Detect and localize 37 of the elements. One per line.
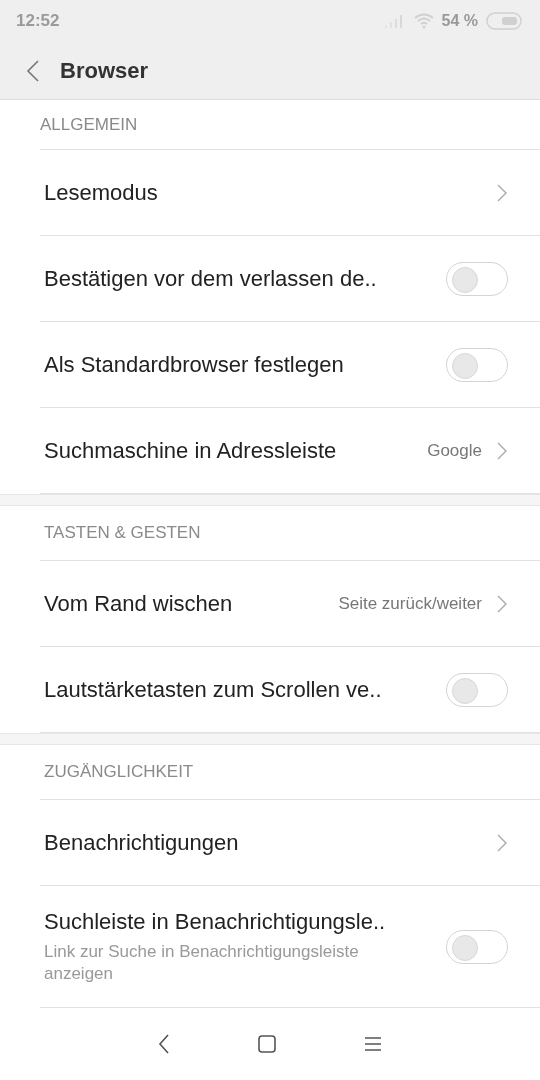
toggle-switch[interactable] xyxy=(446,672,508,707)
row-description: Link zur Suche in Benachrichtigungsleiste anzeigen xyxy=(44,940,360,985)
back-icon[interactable] xyxy=(157,1033,171,1056)
settings-row[interactable]: Bestätigen vor dem verlassen de.. xyxy=(40,236,540,323)
chevron-icon xyxy=(496,593,508,614)
battery-icon xyxy=(486,12,522,31)
section-header: ZUGÄNGLICHKEIT xyxy=(44,762,194,783)
status-time: 12:52 xyxy=(16,11,60,32)
chevron-icon xyxy=(496,440,508,461)
row-label: Bestätigen vor dem verlassen de.. xyxy=(44,265,378,292)
wifi-icon xyxy=(413,13,434,30)
chevron-icon xyxy=(496,182,508,203)
toggle-switch[interactable] xyxy=(446,929,508,964)
row-label: Benachrichtigungen xyxy=(44,829,240,856)
settings-row[interactable]: Lesemodus xyxy=(40,150,540,237)
page-title: Browser xyxy=(60,58,149,85)
settings-row[interactable]: Vom Rand wischen Seite zurück/weiter xyxy=(40,561,540,648)
row-value: Google xyxy=(427,440,482,461)
row-label: Als Standardbrowser festlegen xyxy=(44,351,345,378)
row-label: Suchleiste in Benachrichtigungsle.. xyxy=(44,908,387,935)
row-label: Lautstärketasten zum Scrollen ve.. xyxy=(44,676,383,703)
row-label: Suchmaschine in Adressleiste xyxy=(44,437,338,464)
battery-percent: 54 % xyxy=(441,12,478,31)
chevron-icon xyxy=(496,832,508,853)
settings-row[interactable]: Suchleiste in Benachrichtigungsle.. Link zur Suche in Benachrichtigungsleiste anzeigen xyxy=(40,886,540,1009)
settings-row[interactable]: Benachrichtigungen xyxy=(40,800,540,887)
menu-icon[interactable] xyxy=(363,1035,383,1054)
section-header: TASTEN & GESTEN xyxy=(44,523,201,544)
settings-row[interactable]: Als Standardbrowser festlegen xyxy=(40,322,540,409)
row-value: Seite zurück/weiter xyxy=(338,593,482,614)
section-header: ALLGEMEIN xyxy=(40,114,138,135)
row-label: Lesemodus xyxy=(44,179,159,206)
row-label: Vom Rand wischen xyxy=(44,590,234,617)
toggle-switch[interactable] xyxy=(446,261,508,296)
back-icon[interactable] xyxy=(26,59,40,84)
toggle-switch[interactable] xyxy=(446,347,508,382)
home-icon[interactable] xyxy=(257,1034,277,1055)
